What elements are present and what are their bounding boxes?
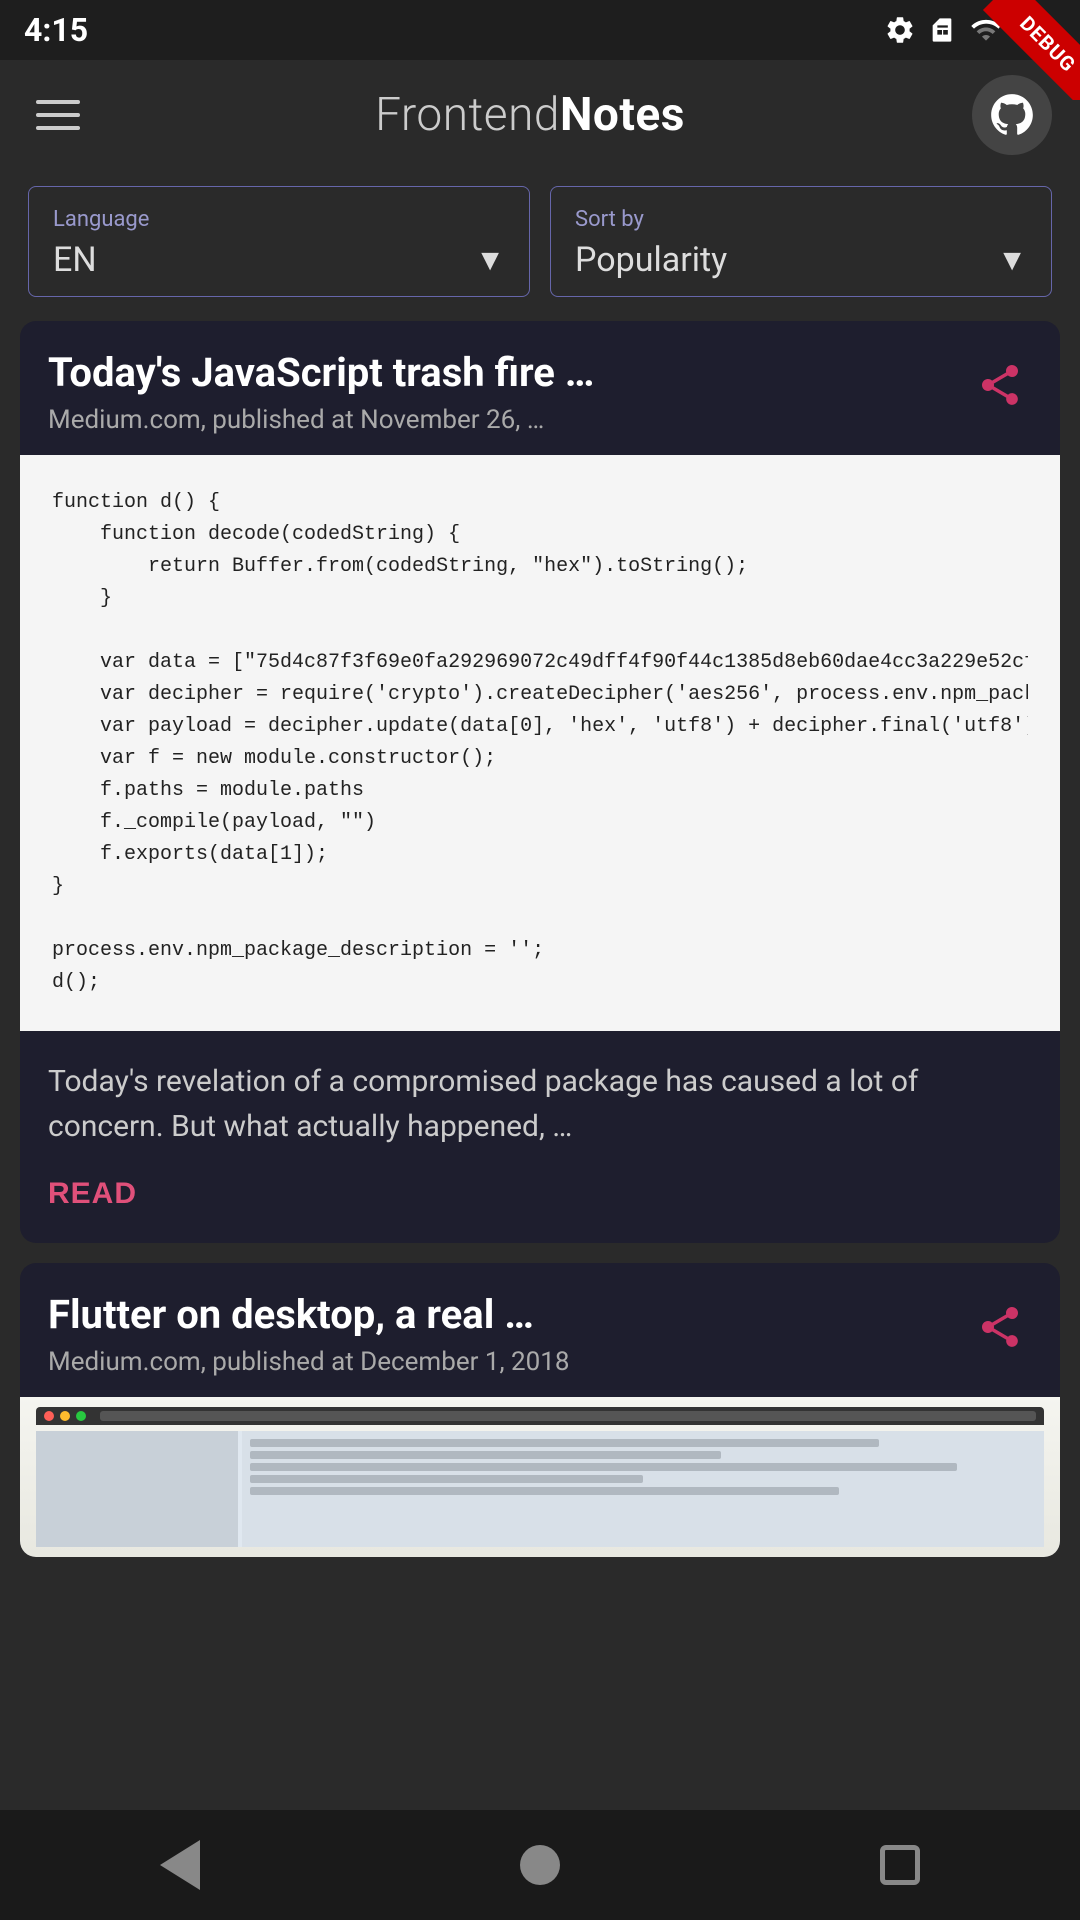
- sortby-value: Popularity: [575, 240, 727, 280]
- article-1-header: Today's JavaScript trash fire … Medium.c…: [20, 321, 1060, 455]
- sortby-dropdown[interactable]: Sort by Popularity ▼: [550, 186, 1052, 297]
- language-label: Language: [53, 207, 505, 232]
- recent-apps-button[interactable]: [860, 1825, 940, 1905]
- language-dropdown[interactable]: Language EN ▼: [28, 186, 530, 297]
- article-2-header: Flutter on desktop, a real … Medium.com,…: [20, 1263, 1060, 1397]
- app-bar: FrontendNotes: [0, 60, 1080, 170]
- status-bar: 4:15: [0, 0, 1080, 60]
- share-icon-2: [976, 1303, 1024, 1351]
- hamburger-menu-button[interactable]: [28, 92, 88, 138]
- article-1-share-button[interactable]: [968, 353, 1032, 420]
- home-button[interactable]: [500, 1825, 580, 1905]
- article-1-source: Medium.com, published at November 26, …: [48, 405, 610, 435]
- debug-badge: DEBUG: [980, 0, 1080, 100]
- bottom-navigation: [0, 1810, 1080, 1920]
- article-1-read-button[interactable]: READ: [48, 1177, 137, 1211]
- article-1-code-content: function d() { function decode(codedStri…: [52, 487, 1028, 999]
- article-card-2: Flutter on desktop, a real … Medium.com,…: [20, 1263, 1060, 1557]
- article-1-code-block: function d() { function decode(codedStri…: [20, 455, 1060, 1031]
- article-2-share-button[interactable]: [968, 1295, 1032, 1362]
- sim-icon: [928, 14, 956, 46]
- article-2-screenshot: [20, 1397, 1060, 1557]
- language-value: EN: [53, 240, 97, 280]
- article-1-title-block: Today's JavaScript trash fire … Medium.c…: [48, 349, 610, 435]
- sortby-label: Sort by: [575, 207, 1027, 232]
- share-icon: [976, 361, 1024, 409]
- article-2-title: Flutter on desktop, a real …: [48, 1291, 554, 1339]
- article-2-source: Medium.com, published at December 1, 201…: [48, 1347, 570, 1377]
- language-chevron-icon: ▼: [475, 243, 505, 278]
- articles-list: Today's JavaScript trash fire … Medium.c…: [0, 321, 1080, 1577]
- recent-icon: [880, 1845, 920, 1885]
- home-icon: [520, 1845, 560, 1885]
- status-time: 4:15: [24, 11, 88, 49]
- filter-row: Language EN ▼ Sort by Popularity ▼: [0, 170, 1080, 321]
- article-1-title: Today's JavaScript trash fire …: [48, 349, 594, 397]
- app-title: FrontendNotes: [375, 88, 685, 142]
- article-2-title-block: Flutter on desktop, a real … Medium.com,…: [48, 1291, 570, 1377]
- article-card-1: Today's JavaScript trash fire … Medium.c…: [20, 321, 1060, 1243]
- sortby-chevron-icon: ▼: [997, 243, 1027, 278]
- back-button[interactable]: [140, 1825, 220, 1905]
- gear-icon: [884, 14, 916, 46]
- article-1-summary: Today's revelation of a compromised pack…: [20, 1031, 1060, 1161]
- back-icon: [160, 1840, 200, 1890]
